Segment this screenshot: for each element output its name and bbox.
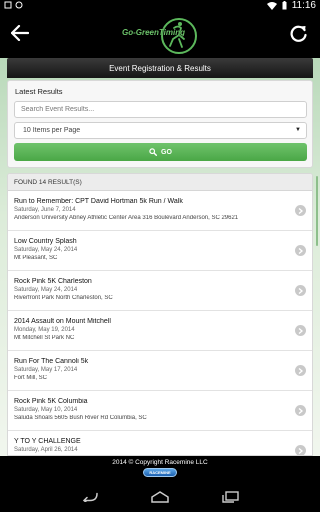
result-location: Riverfront Park North Charleston, SC [14,295,113,301]
result-row[interactable]: Rock Pink 5K Charleston Saturday, May 24,… [8,271,312,311]
search-panel: Latest Results 10 Items per Page ▼ GO [7,80,313,168]
nav-back-button[interactable] [80,489,100,505]
results-count: FOUND 14 RESULT(S) [8,174,312,191]
result-row[interactable]: Rock Pink 5K Columbia Saturday, May 10, 2… [8,391,312,431]
back-arrow-icon [11,25,29,41]
result-date: Saturday, May 24, 2014 [14,247,78,253]
result-date: Saturday, April 26, 2014 [14,447,78,453]
refresh-icon [290,25,307,42]
nav-recents-button[interactable] [220,489,240,505]
status-icons: 11:16 [266,0,316,11]
go-label: GO [161,148,172,156]
results-container: Run to Remember: CPT David Hortman 5k Ru… [8,191,312,455]
result-row[interactable]: 2014 Assault on Mount Mitchell Monday, Ma… [8,311,312,351]
result-row[interactable]: Run For The Cannoli 5k Saturday, May 17, … [8,351,312,391]
result-title: Y TO Y CHALLENGE [14,438,81,445]
app-screen: 11:16 Go-GreenTiming Event Registration … [0,0,320,512]
result-row[interactable]: Run to Remember: CPT David Hortman 5k Ru… [8,191,312,231]
section-header: Event Registration & Results [7,58,313,78]
footer: 2014 © Copyright Racemine LLC RACEMINE [0,456,320,482]
result-location: Saluda Shoals 5605 Bush River Rd Columbi… [14,415,147,421]
status-bar: 11:16 [0,0,320,12]
result-date: Monday, May 19, 2014 [14,327,75,333]
refresh-button[interactable] [286,20,312,46]
nav-home-icon [151,491,169,503]
result-row[interactable]: Y TO Y CHALLENGE Saturday, April 26, 2014 [8,431,312,455]
system-nav-bar [0,482,320,512]
result-date: Saturday, June 7, 2014 [14,207,76,213]
chevron-right-icon[interactable] [295,325,306,336]
result-title: Rock Pink 5K Charleston [14,278,92,285]
items-per-page-select[interactable]: 10 Items per Page ▼ [14,122,307,139]
search-input[interactable] [14,101,307,118]
latest-results-heading: Latest Results [15,87,63,96]
nav-home-button[interactable] [150,489,170,505]
nav-back-icon [82,492,98,502]
go-button[interactable]: GO [14,143,307,161]
back-button[interactable] [7,20,33,46]
result-location: Anderson University Abney Athletic Cente… [14,215,239,221]
battery-icon [282,1,287,10]
chevron-right-icon[interactable] [295,285,306,296]
result-date: Saturday, May 17, 2014 [14,367,78,373]
wifi-icon [266,1,277,10]
go-green-timing-logo: Go-GreenTiming [122,14,198,56]
result-title: Run to Remember: CPT David Hortman 5k Ru… [14,198,183,205]
copyright-text: 2014 © Copyright Racemine LLC [112,459,208,466]
result-title: Low Country Splash [14,238,77,245]
result-location: Mt Mitchell St Park NC [14,335,75,341]
notification-icon [4,1,12,9]
result-location: Fort Mill, SC [14,375,47,381]
nav-recents-icon [222,491,239,503]
result-row[interactable]: Low Country Splash Saturday, May 24, 2014… [8,231,312,271]
logo-text: Go-GreenTiming [122,28,185,37]
results-list: FOUND 14 RESULT(S) Run to Remember: CPT … [7,173,313,456]
result-date: Saturday, May 24, 2014 [14,287,78,293]
status-notifications [4,1,23,9]
dropdown-caret-icon: ▼ [295,127,301,133]
app-bar: Go-GreenTiming [0,12,320,58]
search-icon [149,148,158,156]
chevron-right-icon[interactable] [295,205,306,216]
chevron-right-icon[interactable] [295,245,306,256]
chevron-right-icon[interactable] [295,445,306,455]
racemine-badge[interactable]: RACEMINE [143,468,177,477]
result-title: Run For The Cannoli 5k [14,358,89,365]
result-date: Saturday, May 10, 2014 [14,407,78,413]
status-time: 11:16 [291,0,316,11]
items-per-page-value: 10 Items per Page [23,127,81,134]
chevron-right-icon[interactable] [295,405,306,416]
result-title: 2014 Assault on Mount Mitchell [14,318,111,325]
result-title: Rock Pink 5K Columbia [14,398,88,405]
result-location: Mt Pleasant, SC [14,255,58,261]
scrollbar-thumb[interactable] [316,176,318,246]
chevron-right-icon[interactable] [295,365,306,376]
notification-icon [15,1,23,9]
